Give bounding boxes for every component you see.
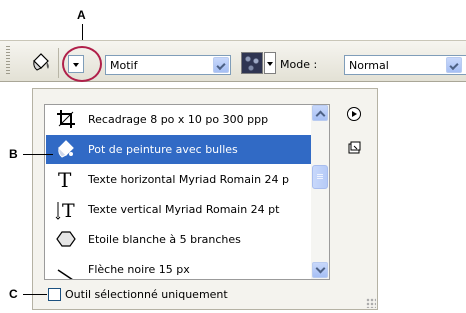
scroll-up-button[interactable] — [312, 105, 328, 121]
svg-text:T: T — [62, 200, 75, 220]
paint-bucket-icon — [55, 138, 77, 160]
callout-a: A — [77, 8, 86, 22]
list-item[interactable]: Flèche noire 15 px — [46, 255, 311, 279]
list-item-label: Texte horizontal Myriad Romain 24 p — [88, 173, 290, 186]
panel-resize-grip[interactable] — [366, 298, 376, 308]
callout-c: C — [9, 287, 18, 301]
list-scrollbar[interactable] — [311, 105, 329, 279]
polygon-icon — [55, 228, 77, 250]
list-item-selected[interactable]: Pot de peinture avec bulles — [46, 135, 311, 164]
crop-icon — [55, 108, 77, 130]
new-preset-button[interactable] — [346, 140, 362, 156]
fill-source-select[interactable]: Motif — [105, 55, 231, 75]
chevron-down-icon[interactable] — [213, 57, 229, 73]
horizontal-type-icon: T — [55, 168, 77, 192]
new-preset-icon — [348, 141, 361, 154]
list-item-label: Flèche noire 15 px — [88, 263, 190, 276]
chevron-down-icon[interactable] — [446, 57, 462, 73]
scroll-down-button[interactable] — [312, 262, 328, 278]
list-item-label: Texte vertical Myriad Romain 24 pt — [88, 203, 280, 216]
tool-presets-list[interactable]: Recadrage 8 po x 10 po 300 ppp Pot de pe… — [44, 104, 330, 280]
current-tool-only-label: Outil sélectionné uniquement — [65, 288, 228, 301]
mode-value: Normal — [349, 59, 389, 72]
svg-text:T: T — [58, 168, 72, 190]
mode-label: Mode : — [280, 58, 318, 71]
vertical-type-icon: T — [55, 198, 77, 222]
callout-b: B — [9, 147, 18, 161]
current-tool-only-checkbox[interactable] — [48, 288, 61, 301]
fill-source-value: Motif — [110, 59, 138, 72]
pattern-swatch[interactable] — [241, 52, 263, 74]
list-item-label: Etoile blanche à 5 branches — [88, 233, 241, 246]
list-item[interactable]: Recadrage 8 po x 10 po 300 ppp — [46, 105, 311, 134]
chevron-down-icon — [267, 62, 273, 66]
paint-bucket-icon[interactable] — [30, 51, 52, 73]
mode-select[interactable]: Normal — [344, 55, 466, 75]
scrollbar-thumb[interactable] — [312, 165, 328, 189]
callout-b-line — [23, 154, 53, 155]
list-item-label: Recadrage 8 po x 10 po 300 ppp — [88, 113, 269, 126]
list-item[interactable]: Etoile blanche à 5 branches — [46, 225, 311, 254]
line-icon — [55, 258, 77, 279]
panel-menu-button[interactable] — [346, 106, 362, 122]
list-item[interactable]: T Texte vertical Myriad Romain 24 pt — [46, 195, 311, 224]
callout-c-line — [23, 294, 47, 295]
callout-a-circle — [62, 46, 102, 82]
list-item-label: Pot de peinture avec bulles — [88, 143, 238, 156]
tool-separator — [58, 48, 59, 78]
options-bar-grip[interactable] — [6, 46, 10, 74]
play-circle-icon — [347, 107, 361, 121]
list-item[interactable]: T Texte horizontal Myriad Romain 24 p — [46, 165, 311, 194]
pattern-picker-button[interactable] — [264, 52, 276, 74]
